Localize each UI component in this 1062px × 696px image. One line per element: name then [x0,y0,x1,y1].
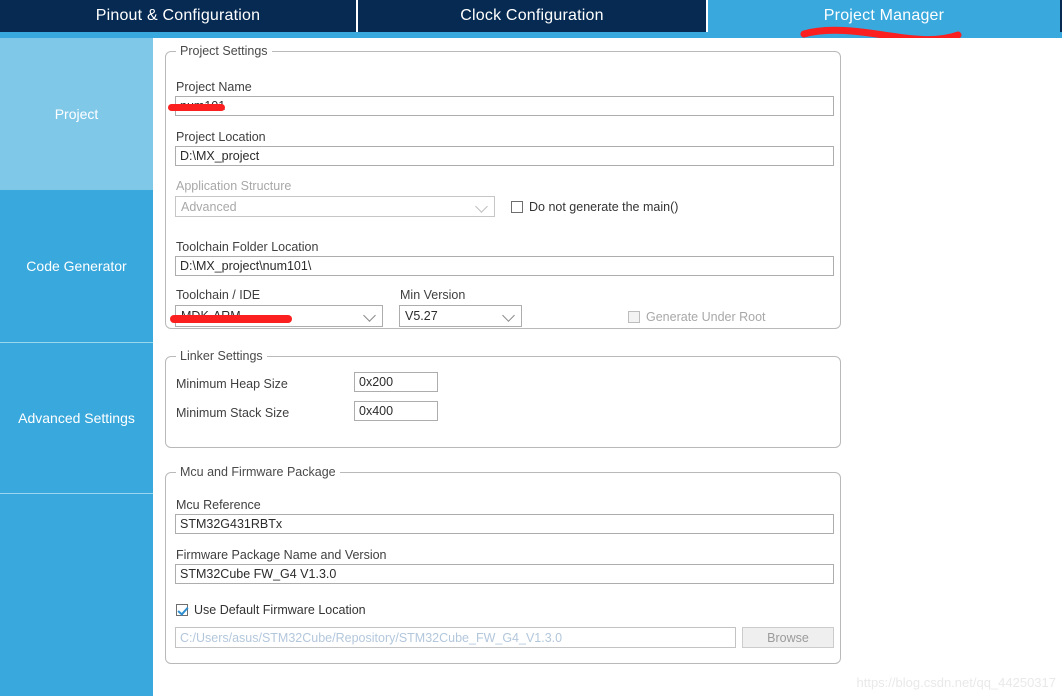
do-not-generate-main-label: Do not generate the main() [529,200,679,214]
linker-settings-group: Linker Settings Minimum Heap Size 0x200 … [165,349,841,448]
sidebar-item-project[interactable]: Project [0,38,153,190]
toolchain-folder-location-input[interactable]: D:\MX_project\num101\ [175,256,834,276]
project-settings-group: Project Settings Project Name num101 Pro… [165,44,841,329]
application-structure-value: Advanced [181,199,237,214]
project-settings-group-title: Project Settings [176,44,272,58]
toolchain-folder-location-value: D:\MX_project\num101\ [180,259,312,273]
minimum-stack-size-value: 0x400 [359,404,394,418]
mcu-reference-input[interactable]: STM32G431RBTx [175,514,834,534]
min-version-label: Min Version [400,288,466,302]
minimum-stack-size-label: Minimum Stack Size [176,406,290,420]
tab-clock-configuration[interactable]: Clock Configuration [358,0,708,32]
linker-settings-group-title: Linker Settings [176,349,267,363]
tab-pinout-configuration[interactable]: Pinout & Configuration [0,0,358,32]
generate-under-root-checkbox-row[interactable]: Generate Under Root [628,310,766,324]
main-tab-bar: Pinout & Configuration Clock Configurati… [0,0,1062,32]
mcu-firmware-package-group: Mcu and Firmware Package Mcu Reference S… [165,465,841,664]
mcu-reference-value: STM32G431RBTx [180,517,283,531]
chevron-down-icon [475,199,488,213]
tab-project-manager-label: Project Manager [823,7,945,24]
generate-under-root-checkbox[interactable] [628,311,640,323]
annotation-underline-toolchain-ide [170,315,292,323]
project-manager-panel: Project Settings Project Name num101 Pro… [153,38,1062,696]
chevron-down-icon [363,309,376,322]
firmware-location-path-input[interactable]: C:/Users/asus/STM32Cube/Repository/STM32… [175,627,736,648]
project-location-input[interactable]: D:\MX_project [175,146,834,166]
minimum-heap-size-input[interactable]: 0x200 [354,372,438,392]
watermark-text: https://blog.csdn.net/qq_44250317 [856,675,1057,690]
toolchain-folder-location-label: Toolchain Folder Location [176,240,319,254]
firmware-location-path-value: C:/Users/asus/STM32Cube/Repository/STM32… [180,630,563,645]
left-sidebar: Project Code Generator Advanced Settings [0,38,153,696]
tab-clock-configuration-label: Clock Configuration [460,7,604,24]
use-default-firmware-location-checkbox[interactable] [176,604,188,616]
use-default-firmware-location-label: Use Default Firmware Location [194,603,366,617]
project-name-input[interactable]: num101 [175,96,834,116]
toolchain-ide-label: Toolchain / IDE [176,288,261,302]
tab-project-manager[interactable]: Project Manager [708,0,1060,32]
sidebar-item-code-generator[interactable]: Code Generator [0,190,153,343]
minimum-stack-size-input[interactable]: 0x400 [354,401,438,421]
browse-button[interactable]: Browse [742,627,834,648]
minimum-heap-size-value: 0x200 [359,375,394,389]
tab-pinout-configuration-label: Pinout & Configuration [95,7,261,24]
min-version-select[interactable]: V5.27 [399,305,522,327]
firmware-package-label: Firmware Package Name and Version [176,548,387,562]
mcu-firmware-package-group-title: Mcu and Firmware Package [176,465,340,479]
application-structure-label: Application Structure [176,179,292,193]
annotation-underline-project-name [168,104,225,111]
browse-button-label: Browse [767,630,809,645]
project-location-label: Project Location [176,130,266,144]
firmware-package-input[interactable]: STM32Cube FW_G4 V1.3.0 [175,564,834,584]
generate-under-root-label: Generate Under Root [646,310,766,324]
use-default-firmware-location-row[interactable]: Use Default Firmware Location [176,603,366,617]
chevron-down-icon [502,309,515,322]
sidebar-item-code-generator-label: Code Generator [26,258,127,274]
sidebar-empty-area [0,494,153,695]
sidebar-item-project-label: Project [54,106,99,122]
mcu-reference-label: Mcu Reference [176,498,261,512]
sidebar-item-advanced-settings[interactable]: Advanced Settings [0,343,153,494]
do-not-generate-main-checkbox-row[interactable]: Do not generate the main() [511,200,678,214]
application-structure-select[interactable]: Advanced [175,196,495,217]
do-not-generate-main-checkbox[interactable] [511,201,523,213]
sidebar-item-advanced-settings-label: Advanced Settings [18,410,135,426]
min-version-value: V5.27 [405,309,438,323]
project-location-value: D:\MX_project [180,149,260,163]
project-name-label: Project Name [176,80,252,94]
minimum-heap-size-label: Minimum Heap Size [176,377,288,391]
firmware-package-value: STM32Cube FW_G4 V1.3.0 [180,567,337,581]
